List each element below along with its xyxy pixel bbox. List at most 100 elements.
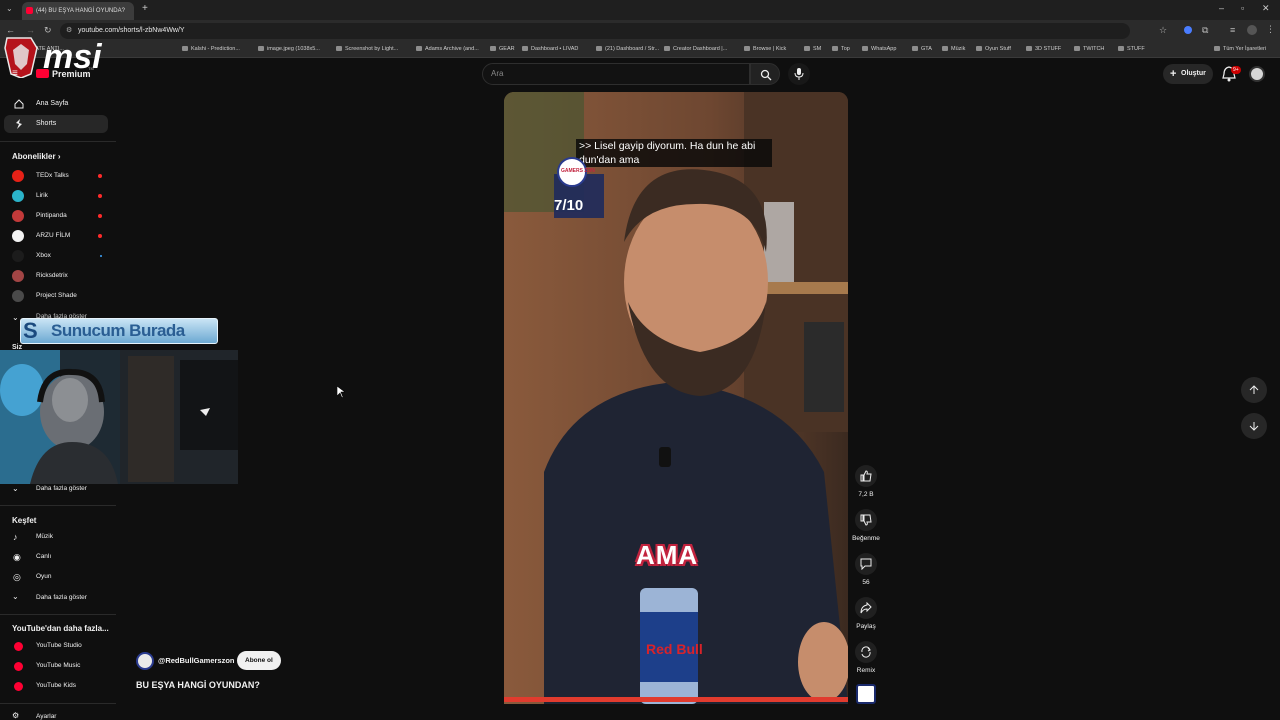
bookmark-item[interactable]: Creator Dashboard |... (664, 46, 727, 52)
explore-item[interactable]: ◉ Canlı (4, 548, 108, 566)
bookmark-item[interactable]: Dashboard • LIVAD (522, 46, 578, 52)
subscription-label: TEDx Talks (36, 172, 69, 179)
explore-label: Oyun (36, 573, 52, 580)
arrow-down-icon (1249, 422, 1259, 431)
channel-avatar-icon (12, 250, 24, 262)
subscriptions-heading[interactable]: Abonelikler › (12, 152, 60, 161)
search-button[interactable] (750, 63, 780, 85)
subscription-item[interactable]: Pintipanda (4, 207, 108, 225)
subscription-item[interactable]: Project Shade (4, 287, 108, 305)
subscription-item[interactable]: Ricksdetrix (4, 267, 108, 285)
score-brand: GAMERS ZON (561, 168, 595, 174)
kebab-menu-icon[interactable]: ⋮ (1266, 24, 1275, 35)
profile-icon[interactable] (1247, 25, 1257, 35)
bookmark-item[interactable]: GTA (912, 46, 932, 52)
like-count: 7,2 B (858, 491, 874, 498)
bookmark-item[interactable]: (21) Dashboard / Str... (596, 46, 659, 52)
bookmark-item[interactable]: 3D STUFF (1026, 46, 1061, 52)
voice-search-button[interactable] (788, 63, 810, 85)
extension-icon[interactable] (1184, 26, 1192, 34)
tab-title: (44) BU EŞYA HANGİ OYUNDA? (36, 8, 125, 14)
previous-short-button[interactable] (1241, 377, 1267, 403)
bookmark-item[interactable]: Adams Archive (and... (416, 46, 479, 52)
bookmark-item[interactable]: Screenshot by Light... (336, 46, 398, 52)
like-button[interactable]: 7,2 B (852, 465, 880, 498)
more-from-youtube-item[interactable]: YouTube Music (4, 657, 108, 675)
next-short-button[interactable] (1241, 413, 1267, 439)
subscription-item[interactable]: Lirik (4, 187, 108, 205)
explore-more-button[interactable]: Daha fazla göster (36, 594, 87, 601)
bookmark-item[interactable]: Oyun Stuff (976, 46, 1011, 52)
settings-item[interactable]: Ayarlar (36, 713, 56, 720)
search-input[interactable]: Ara (482, 63, 750, 85)
more-from-youtube-item[interactable]: YouTube Studio (4, 637, 108, 655)
bookmark-item[interactable]: TWITCH (1074, 46, 1104, 52)
youtube-studio-icon (14, 642, 23, 651)
more-label: YouTube Music (36, 662, 81, 669)
channel-avatar[interactable] (136, 652, 154, 670)
user-avatar[interactable] (1249, 66, 1265, 82)
explore-label: Müzik (36, 533, 53, 540)
subscribe-button[interactable]: Abone ol (237, 651, 281, 670)
video-progress-bar[interactable] (504, 697, 848, 702)
bookmark-item[interactable]: Top (832, 46, 850, 52)
bookmark-item[interactable]: WhatsApp (862, 46, 896, 52)
explore-item[interactable]: ♪ Müzik (4, 528, 108, 546)
show-more-button[interactable]: Daha fazla göster (36, 485, 87, 492)
channel-thumbnail[interactable] (856, 684, 876, 704)
subscription-item[interactable]: ARZU FİLM (4, 227, 108, 245)
youtube-logo-icon[interactable] (36, 69, 49, 78)
subscription-item[interactable]: Xbox (4, 247, 108, 265)
bookmark-item[interactable]: STUFF (1118, 46, 1145, 52)
subtitle-word: AMA (636, 540, 699, 570)
dislike-label: Beğenme (852, 535, 880, 542)
bookmark-item[interactable]: SM (804, 46, 821, 52)
share-button[interactable]: Paylaş (852, 597, 880, 630)
sidebar-item-label: Shorts (36, 120, 57, 127)
channel-name[interactable]: @RedBullGamerszon (158, 656, 235, 665)
more-from-youtube-item[interactable]: YouTube Kids (4, 677, 108, 695)
minimize-icon[interactable]: – (1219, 3, 1224, 13)
extensions-puzzle-icon[interactable]: ⧉ (1202, 25, 1208, 36)
tab-search-icon[interactable]: ⌄ (6, 4, 13, 13)
create-button[interactable]: + Oluştur (1163, 64, 1213, 84)
live-indicator-icon (98, 214, 102, 218)
channel-avatar-icon (12, 170, 24, 182)
bookmark-item[interactable]: Müzik (942, 46, 965, 52)
sidebar-item-home[interactable]: Ana Sayfa (4, 95, 108, 113)
subscription-label: Pintipanda (36, 212, 67, 219)
menu-icon[interactable]: ≡ (1230, 25, 1235, 35)
subscription-item[interactable]: TEDx Talks (4, 167, 108, 185)
explore-item[interactable]: ◎ Oyun (4, 568, 108, 586)
sidebar-divider (0, 703, 116, 704)
chevron-down-icon: ⌄ (12, 484, 19, 493)
thumbs-down-icon (860, 514, 872, 526)
score-value: 7/10 (554, 197, 583, 214)
bookmark-star-icon[interactable]: ☆ (1159, 25, 1167, 36)
subscription-label: Project Shade (36, 292, 77, 299)
bookmark-item[interactable]: Browse | Kick (744, 46, 786, 52)
comment-icon (860, 558, 872, 570)
close-icon[interactable]: ✕ (1262, 3, 1270, 14)
restore-icon[interactable]: ▫ (1241, 3, 1244, 13)
url-input[interactable]: ⚙ youtube.com/shorts/l-zbNw4Ww/Y (60, 23, 1130, 39)
bookmark-item[interactable]: Kalshi - Prediction... (182, 46, 240, 52)
music-note-icon: ♪ (13, 532, 18, 542)
hamburger-menu-icon[interactable]: ≡ (12, 68, 18, 79)
comments-button[interactable]: 56 (852, 553, 880, 586)
bookmark-item[interactable]: GEAR (490, 46, 515, 52)
more-label: YouTube Kids (36, 682, 76, 689)
all-bookmarks-folder[interactable]: Tüm Yer İşaretleri (1214, 46, 1266, 52)
remix-button[interactable]: Remix (852, 641, 880, 674)
new-tab-icon[interactable]: + (142, 3, 148, 14)
mouse-cursor-icon (337, 386, 345, 398)
bookmark-item[interactable]: image.jpeg (1038x5... (258, 46, 320, 52)
sidebar-item-shorts[interactable]: Shorts (4, 115, 108, 133)
channel-avatar-icon (12, 210, 24, 222)
browser-tab[interactable]: (44) BU EŞYA HANGİ OYUNDA? (22, 2, 134, 20)
dislike-button[interactable]: Beğenme (852, 509, 880, 542)
arrow-up-icon (1249, 385, 1259, 394)
search-icon (760, 69, 772, 81)
youtube-kids-icon (14, 682, 23, 691)
sidebar-divider (0, 141, 116, 142)
